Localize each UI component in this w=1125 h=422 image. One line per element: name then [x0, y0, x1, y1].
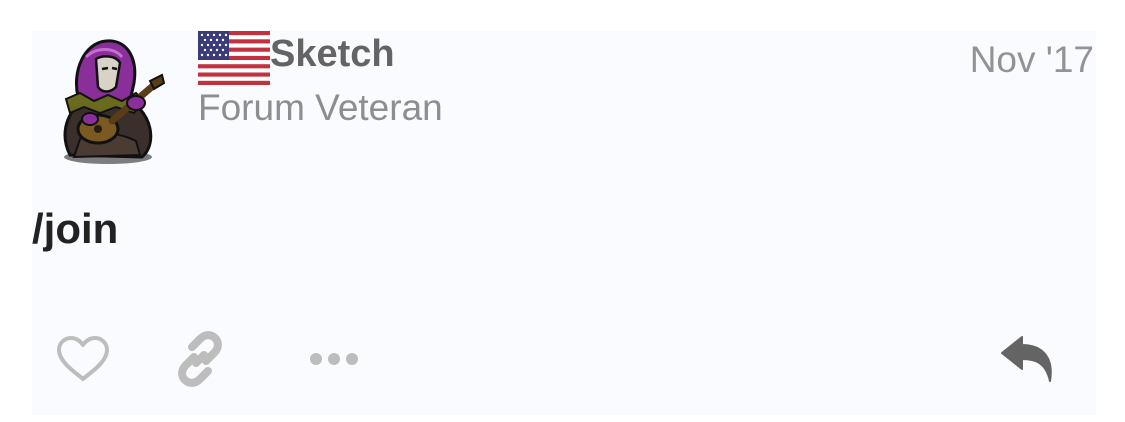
more-actions-button[interactable]: [306, 345, 362, 373]
link-icon: [178, 331, 222, 387]
ellipsis-icon: [310, 353, 358, 365]
us-flag-icon: [198, 31, 270, 85]
heart-icon: [57, 336, 109, 381]
username-link[interactable]: Sketch: [270, 33, 395, 76]
user-avatar[interactable]: [50, 35, 168, 167]
post-card: Sketch Forum Veteran Nov '17 /join: [32, 31, 1096, 415]
like-button[interactable]: [54, 333, 112, 385]
reply-button[interactable]: [998, 333, 1058, 387]
hooded-bard-avatar-image: [63, 39, 166, 164]
share-link-button[interactable]: [172, 331, 228, 387]
post-content: /join: [32, 205, 119, 252]
user-title: Forum Veteran: [198, 87, 443, 128]
post-date[interactable]: Nov '17: [970, 39, 1094, 81]
reply-icon: [1001, 336, 1052, 382]
